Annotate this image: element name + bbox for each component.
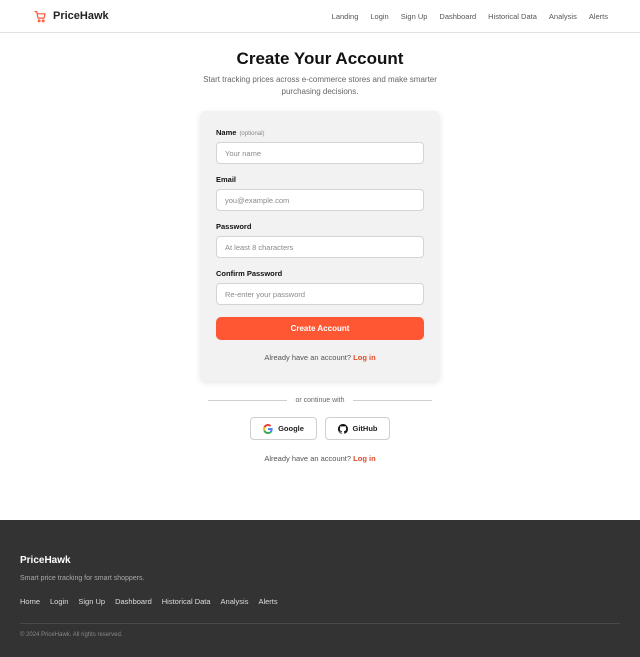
card-login-prompt: Already have an account? Log in [216, 353, 424, 362]
nav-link-analysis[interactable]: Analysis [549, 12, 577, 21]
create-account-button[interactable]: Create Account [216, 317, 424, 340]
footer-tagline: Smart price tracking for smart shoppers. [20, 575, 145, 582]
email-field-group: Email [216, 175, 424, 211]
card-login-link[interactable]: Log in [353, 353, 376, 362]
card-login-text: Already have an account? [264, 353, 352, 362]
alt-login-link[interactable]: Log in [353, 454, 376, 463]
google-icon [263, 423, 273, 434]
site-footer: PriceHawk Smart price tracking for smart… [0, 520, 640, 657]
optional-hint: (optional) [239, 131, 265, 137]
footer-link-login[interactable]: Login [50, 597, 68, 606]
github-login-button[interactable]: GitHub [325, 417, 390, 440]
brand-name: PriceHawk [53, 10, 109, 22]
alt-login-prompt: Already have an account? Log in [0, 454, 640, 463]
signup-form: Name(optional) Email Password Confirm Pa… [200, 111, 440, 381]
social-login-buttons: Google GitHub [250, 417, 390, 440]
confirm-password-input[interactable] [216, 283, 424, 305]
nav-links: Landing Login Sign Up Dashboard Historic… [332, 12, 608, 21]
hero-section: Create Your Account Start tracking price… [0, 49, 640, 98]
email-label: Email [216, 175, 237, 184]
page-subtitle: Start tracking prices across e-commerce … [203, 75, 437, 96]
divider-line-right [352, 400, 432, 401]
footer-link-home[interactable]: Home [20, 597, 40, 606]
shopping-cart-icon [34, 10, 46, 22]
password-input[interactable] [216, 236, 424, 258]
password-field-group: Password [216, 222, 424, 258]
footer-link-historical-data[interactable]: Historical Data [162, 597, 211, 606]
name-field-group: Name (optional) [216, 128, 424, 164]
password-label: Password [216, 222, 252, 231]
name-input[interactable] [216, 142, 424, 164]
footer-copyright: © 2024 PriceHawk. All rights reserved. [20, 632, 123, 638]
or-divider: or continue with [208, 397, 432, 404]
github-label: GitHub [352, 424, 378, 433]
confirm-password-field-group: Confirm Password [216, 269, 424, 305]
email-input[interactable] [216, 189, 424, 211]
nav-link-dashboard[interactable]: Dashboard [439, 12, 476, 21]
footer-brand: PriceHawk [20, 555, 71, 566]
page-title: Create Your Account [236, 49, 404, 68]
footer-link-alerts[interactable]: Alerts [258, 597, 277, 606]
name-label-text: Name [216, 128, 237, 137]
github-icon [337, 423, 348, 434]
nav-link-signup[interactable]: Sign Up [401, 12, 428, 21]
top-navbar: PriceHawk Landing Login Sign Up Dashboar… [0, 0, 640, 33]
nav-link-historical-data[interactable]: Historical Data [488, 12, 537, 21]
footer-divider [20, 623, 620, 624]
google-label: Google [278, 424, 304, 433]
nav-link-login[interactable]: Login [370, 12, 388, 21]
footer-links: Home Login Sign Up Dashboard Historical … [20, 597, 620, 606]
alt-login-text: Already have an account? [264, 454, 352, 463]
divider-line-left [208, 400, 288, 401]
nav-link-alerts[interactable]: Alerts [589, 12, 608, 21]
nav-link-landing[interactable]: Landing [332, 12, 359, 21]
footer-link-analysis[interactable]: Analysis [221, 597, 249, 606]
confirm-password-label: Confirm Password [216, 269, 283, 278]
footer-link-signup[interactable]: Sign Up [78, 597, 105, 606]
brand-logo[interactable]: PriceHawk [34, 10, 109, 23]
google-login-button[interactable]: Google [250, 417, 317, 440]
divider-text: or continue with [295, 397, 345, 404]
name-label: Name (optional) [216, 128, 424, 137]
footer-link-dashboard[interactable]: Dashboard [115, 597, 152, 606]
